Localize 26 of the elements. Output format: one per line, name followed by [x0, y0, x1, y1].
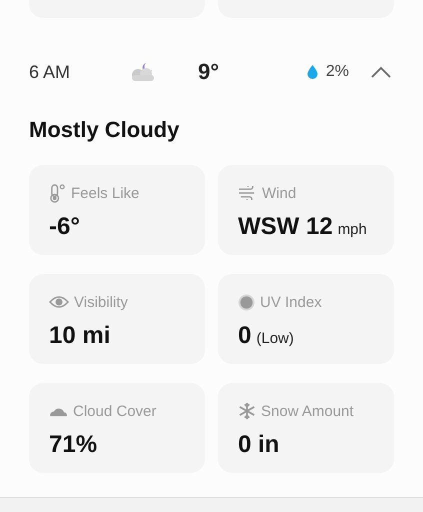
detail-label: UV Index: [260, 294, 322, 310]
detail-label: Snow Amount: [261, 402, 354, 420]
cloud-icon: [49, 406, 68, 416]
thermometer-icon: [49, 184, 66, 202]
detail-value: 10 mi: [49, 322, 110, 350]
hour-time: 6 AM: [29, 62, 72, 82]
detail-value: 0: [238, 322, 252, 350]
detail-value: -6°: [49, 213, 80, 241]
detail-value: WSW 12: [238, 213, 333, 241]
wind-icon: [238, 186, 257, 200]
detail-label: Feels Like: [71, 184, 140, 202]
detail-unit: (Low): [256, 330, 294, 347]
hour-temperature: 9°: [198, 59, 220, 85]
snowflake-icon: [238, 402, 256, 420]
eye-icon: [49, 295, 69, 309]
detail-label: Wind: [262, 184, 296, 202]
water-drop-icon: [306, 65, 318, 79]
detail-label: Cloud Cover: [73, 402, 156, 420]
detail-label: Visibility: [74, 294, 128, 310]
condition-title: Mostly Cloudy: [28, 117, 180, 143]
collapse-chevron-icon[interactable]: [371, 66, 391, 78]
precipitation-chance: 2%: [326, 63, 349, 81]
detail-value: 0 in: [238, 431, 280, 459]
detail-value: 71%: [49, 431, 98, 459]
detail-unit: mph: [338, 221, 367, 238]
sun-dot-icon: [238, 294, 255, 310]
